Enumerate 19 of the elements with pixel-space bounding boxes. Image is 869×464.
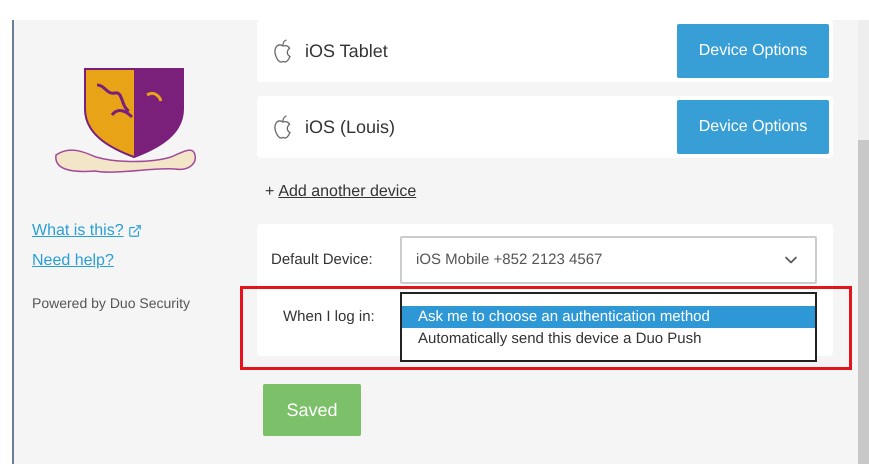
device-name: iOS Tablet bbox=[305, 40, 389, 62]
plus-text: + bbox=[265, 182, 274, 202]
login-option[interactable]: Automatically send this device a Duo Push bbox=[402, 328, 815, 350]
default-device-select[interactable]: iOS Mobile +852 2123 4567 bbox=[400, 236, 817, 284]
default-device-label: Default Device: bbox=[271, 250, 374, 270]
device-options-button[interactable]: Device Options bbox=[677, 24, 829, 78]
apple-icon bbox=[273, 114, 293, 140]
device-name: iOS (Louis) bbox=[305, 116, 396, 139]
scrollbar[interactable] bbox=[858, 20, 869, 464]
help-link[interactable]: Need help? bbox=[32, 249, 114, 273]
apple-icon bbox=[273, 38, 293, 64]
device-options-button[interactable]: Device Options bbox=[677, 100, 829, 154]
saved-button[interactable]: Saved bbox=[263, 384, 361, 436]
add-device-link[interactable]: Add another device bbox=[278, 180, 416, 204]
login-option[interactable]: Ask me to choose an authentication method bbox=[402, 306, 815, 328]
login-option-list[interactable]: Ask me to choose an authentication method Automatically send this device a Duo Push bbox=[400, 292, 817, 362]
powered-by-text: Powered by Duo Security bbox=[32, 294, 190, 313]
help-link[interactable]: What is this? bbox=[32, 219, 124, 243]
login-label: When I log in: bbox=[282, 307, 376, 327]
